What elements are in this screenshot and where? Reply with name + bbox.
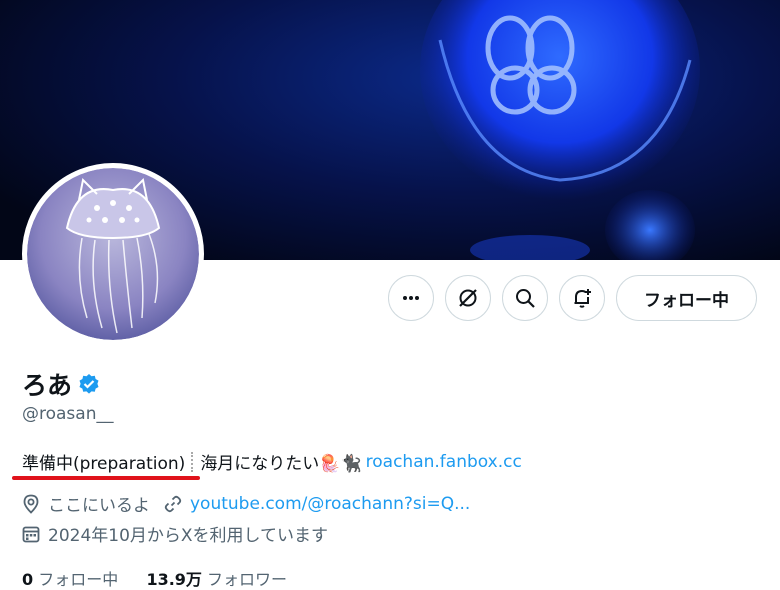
followers-label: フォロワー <box>207 570 288 589</box>
verified-badge-icon[interactable] <box>78 373 100 395</box>
following-button[interactable]: フォロー中 <box>616 275 757 321</box>
location-icon <box>22 494 40 514</box>
bio-divider <box>191 451 194 472</box>
website-link[interactable]: youtube.com/@roachann?si=Q... <box>190 494 470 514</box>
joined-text: 2024年10月からXを利用しています <box>48 526 329 546</box>
following-count: 0 <box>22 570 34 589</box>
calendar-icon <box>22 525 40 543</box>
following-stat[interactable]: 0 フォロー中 <box>22 570 118 589</box>
followers-stat[interactable]: 13.9万 フォロワー <box>146 570 287 589</box>
follow-stats: 0 フォロー中 13.9万 フォロワー <box>22 566 287 590</box>
user-handle: @roasan__ <box>22 404 114 424</box>
bio-link[interactable]: roachan.fanbox.cc <box>366 452 522 472</box>
more-button[interactable] <box>388 275 434 321</box>
followers-count: 13.9万 <box>146 570 202 589</box>
grok-icon <box>459 289 477 307</box>
bell-plus-icon <box>574 289 591 308</box>
profile-meta-location-website: ここにいるよ youtube.com/@roachann?si=Q... <box>22 491 470 516</box>
link-icon <box>164 495 182 513</box>
display-name: ろあ <box>22 371 73 400</box>
following-label: フォロー中 <box>38 570 119 589</box>
grok-button[interactable] <box>445 275 491 321</box>
profile-avatar[interactable] <box>22 163 204 345</box>
jellyfish-cat-avatar-image <box>27 168 199 340</box>
more-icon <box>403 296 419 300</box>
name-row: ろあ <box>22 366 100 402</box>
location-text: ここにいるよ <box>48 496 150 516</box>
bio-status: 準備中(preparation) <box>22 454 186 474</box>
notify-button[interactable] <box>559 275 605 321</box>
profile-bio: 準備中(preparation) 海月になりたい🪼🐈‍⬛ roachan.fan… <box>22 449 522 474</box>
highlight-underline <box>12 476 200 480</box>
profile-meta-joined: 2024年10月からXを利用しています <box>22 521 328 546</box>
search-icon <box>516 289 535 308</box>
bio-text: 海月になりたい🪼🐈‍⬛ <box>200 454 362 474</box>
search-button[interactable] <box>502 275 548 321</box>
